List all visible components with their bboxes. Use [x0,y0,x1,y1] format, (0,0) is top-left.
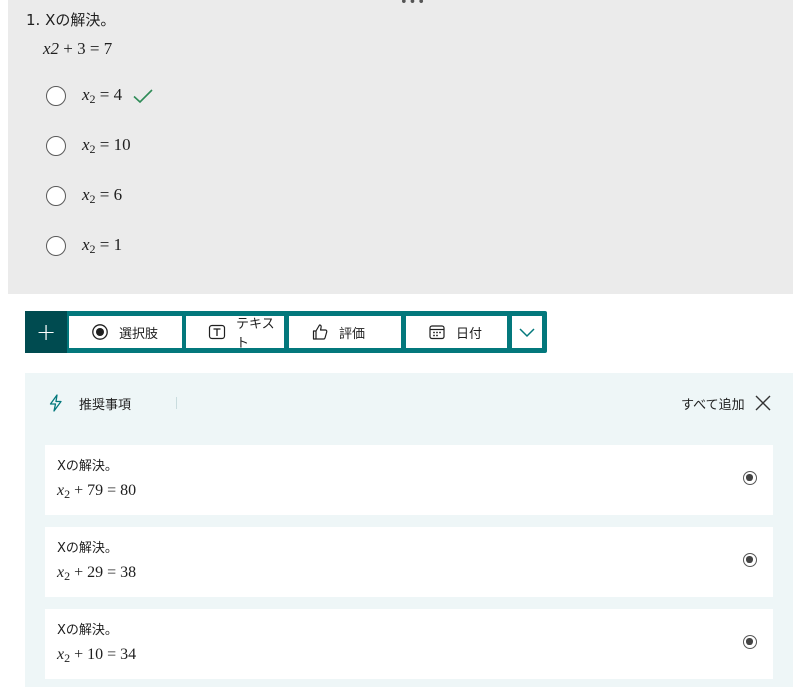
header-divider [176,397,177,409]
option-label: x2 = 1 [82,235,123,256]
answer-option[interactable]: x2 = 1 [46,232,122,260]
suggestion-item[interactable]: Xの解決。 x2 + 79 = 80 [45,445,773,515]
date-label: 日付 [456,326,483,342]
option-label: x2 = 10 [82,135,131,156]
radio-button-icon [91,323,109,341]
answer-option[interactable]: x2 = 4 [46,82,154,110]
option-radio[interactable] [46,86,66,106]
suggestion-item[interactable]: Xの解決。 x2 + 29 = 38 [45,527,773,597]
suggestion-title: Xの解決。 [57,541,118,556]
question-number: 1. [26,11,41,29]
choice-button[interactable]: 選択肢 [69,316,182,348]
close-icon[interactable] [753,393,773,413]
thumbs-up-icon [311,323,329,341]
date-button[interactable]: 日付 [406,316,507,348]
add-question-toolbar: + 選択肢 テキスト 評価 日付 [25,311,547,353]
suggestion-title: Xの解決。 [57,623,118,638]
option-label: x2 = 6 [82,185,123,206]
question-equation: x2 + 3 = 7 [43,38,112,60]
answer-option[interactable]: x2 = 6 [46,182,122,210]
question-title: 1. Xの解決。 [26,10,115,30]
equation-rest: + 3 = 7 [63,39,113,58]
suggestion-equation: x2 + 29 = 38 [57,564,137,583]
suggestions-panel: 推奨事項 すべて追加 Xの解決。 x2 + 79 = 80 Xの解決。 x2 +… [25,373,793,687]
choice-type-icon [743,635,757,649]
question-text: Xの解決。 [45,11,116,29]
equation-lhs: x2 [43,39,60,58]
text-label: テキスト [236,317,275,351]
add-all-button[interactable]: すべて追加 [681,394,745,413]
rating-button[interactable]: 評価 [289,316,401,348]
suggestion-item[interactable]: Xの解決。 x2 + 10 = 34 [45,609,773,679]
plus-icon: + [35,318,57,346]
suggestions-title: 推奨事項 [79,398,132,413]
suggestions-header: 推奨事項 すべて追加 [25,391,793,415]
drag-handle-icon[interactable]: ••• [400,0,426,9]
suggestion-equation: x2 + 10 = 34 [57,646,137,665]
chevron-down-icon [519,328,535,338]
more-question-types-button[interactable] [512,316,542,348]
rating-label: 評価 [339,326,366,342]
option-radio[interactable] [46,236,66,256]
lightning-icon [49,394,62,412]
text-button[interactable]: テキスト [186,316,284,351]
answer-option[interactable]: x2 = 10 [46,132,131,160]
option-label: x2 = 4 [82,85,123,106]
calendar-icon [428,323,446,341]
choice-label: 選択肢 [119,326,159,342]
question-card[interactable]: ••• 1. Xの解決。 x2 + 3 = 7 x2 = 4 x2 = 10 x… [8,0,793,294]
checkmark-icon [133,89,153,104]
option-radio[interactable] [46,186,66,206]
suggestion-title: Xの解決。 [57,459,118,474]
suggestion-equation: x2 + 79 = 80 [57,482,137,501]
choice-type-icon [743,553,757,567]
option-radio[interactable] [46,136,66,156]
choice-type-icon [743,471,757,485]
text-box-icon [208,323,226,341]
add-new-button[interactable]: + [25,311,67,353]
